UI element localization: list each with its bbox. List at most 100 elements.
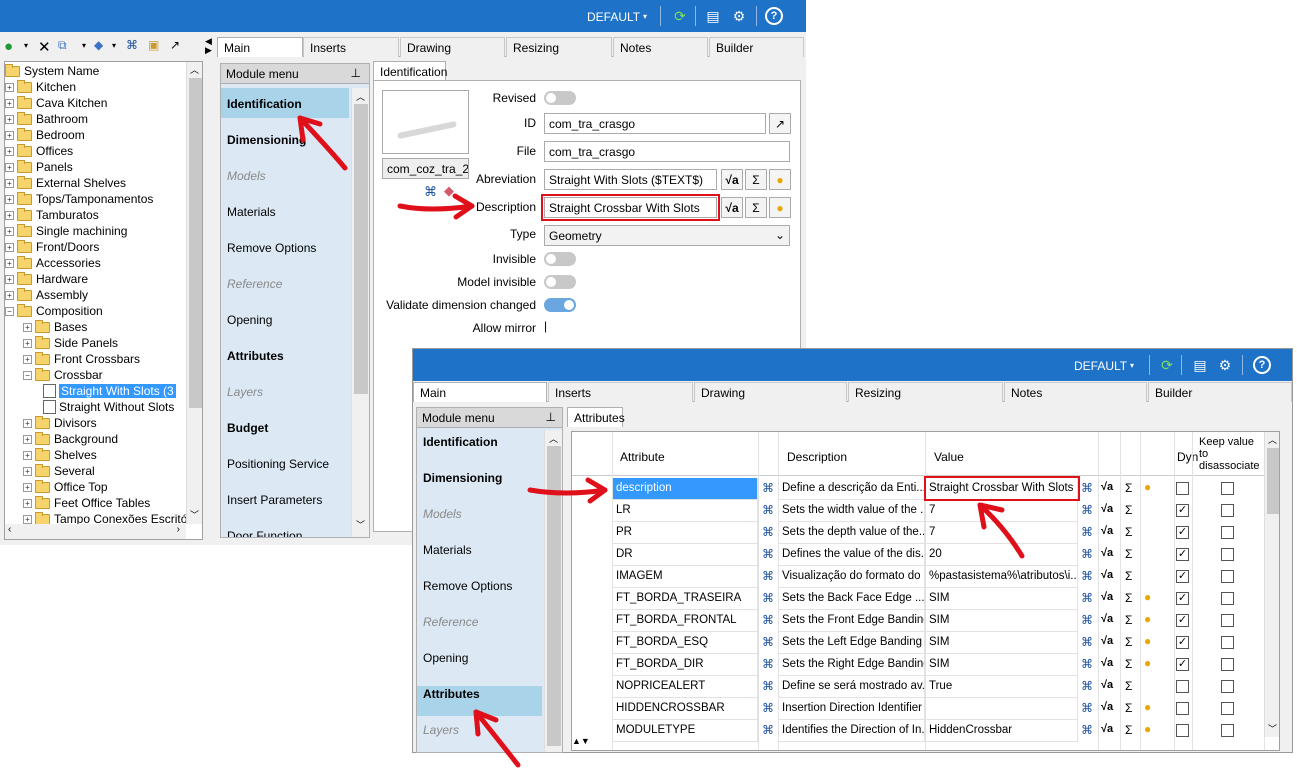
sigma-icon[interactable]: Σ — [1125, 701, 1132, 715]
value-cell[interactable]: SIM — [926, 588, 1078, 610]
tree-node[interactable]: − Composition — [5, 303, 103, 319]
menu-item[interactable]: Budget — [227, 421, 268, 435]
menu-item[interactable]: Opening — [227, 313, 272, 327]
copy-icon[interactable]: ⧉ — [58, 38, 67, 53]
tree-node[interactable]: + Front/Doors — [5, 239, 99, 255]
formula-icon[interactable]: √a — [1101, 679, 1113, 691]
description-cell[interactable]: Define a descrição da Enti... — [779, 478, 925, 500]
sigma-icon[interactable]: Σ — [745, 197, 767, 218]
expand-toggle-icon[interactable]: + — [5, 130, 14, 140]
menu-item[interactable]: Models — [423, 507, 462, 521]
scroll-down-icon[interactable]: ﹀ — [356, 518, 365, 531]
keep-value-checkbox[interactable] — [1221, 482, 1234, 495]
allow-mirror-cursor[interactable]: | — [544, 319, 547, 333]
tab-notes[interactable]: Notes — [1004, 382, 1147, 402]
formula-icon[interactable]: √a — [1101, 613, 1113, 625]
keep-value-checkbox[interactable] — [1221, 526, 1234, 539]
description-cell[interactable]: Defines the value of the dis... — [779, 544, 925, 566]
gear-icon[interactable]: ⚙ — [730, 7, 748, 25]
expand-arrow-icon[interactable]: ▶ — [205, 45, 212, 56]
binoculars-icon[interactable]: ⌘ — [762, 613, 774, 627]
dyn-checkbox[interactable]: ✓ — [1176, 636, 1189, 649]
dyn-checkbox[interactable]: ✓ — [1176, 570, 1189, 583]
id-field[interactable]: com_tra_crasgo — [544, 113, 766, 134]
header-keep[interactable]: Keep value to disassociate — [1199, 436, 1263, 472]
binoculars-icon[interactable]: ⌘ — [762, 657, 774, 671]
expand-toggle-icon[interactable]: + — [23, 338, 32, 348]
value-cell[interactable]: SIM — [926, 654, 1078, 676]
profile-dropdown[interactable]: DEFAULT — [587, 10, 640, 24]
tab-resizing[interactable]: Resizing — [848, 382, 1003, 402]
pin-icon[interactable]: ⊥ — [546, 410, 556, 424]
cursor-pick-button[interactable]: ↗ — [769, 113, 791, 134]
dyn-checkbox[interactable]: ✓ — [1176, 548, 1189, 561]
binoculars-icon[interactable]: ⌘ — [1081, 679, 1093, 693]
tree-node[interactable]: + Single machining — [5, 223, 127, 239]
expand-toggle-icon[interactable]: + — [5, 146, 14, 156]
attribute-cell[interactable]: FT_BORDA_ESQ — [613, 632, 758, 654]
tree-node[interactable]: System Name — [5, 63, 99, 79]
binoculars-icon[interactable]: ⌘ — [1081, 525, 1093, 539]
menu-item[interactable]: Remove Options — [227, 241, 316, 255]
formula-icon[interactable]: √a — [1101, 525, 1113, 537]
header-description[interactable]: Description — [787, 450, 847, 464]
tab-builder[interactable]: Builder — [709, 37, 804, 57]
scroll-down-icon[interactable]: ﹀ — [1268, 722, 1277, 735]
binoculars-icon[interactable]: ⌘ — [1081, 701, 1093, 715]
tree-node[interactable]: + Front Crossbars — [23, 351, 140, 367]
description-cell[interactable]: Sets the Left Edge Banding — [779, 632, 925, 654]
revised-toggle[interactable] — [544, 91, 576, 105]
system-tree[interactable]: System Name + Kitchen + Cava Kitchen + Bathroo… — [4, 61, 203, 540]
menu-item[interactable]: Materials — [423, 543, 472, 557]
value-cell[interactable]: 20 — [926, 544, 1078, 566]
tree-node[interactable]: + Side Panels — [23, 335, 118, 351]
profile-dropdown[interactable]: DEFAULT — [1074, 359, 1127, 373]
sigma-icon[interactable]: Σ — [1125, 503, 1132, 517]
binoculars-icon[interactable]: ⌘ — [762, 591, 774, 605]
close-icon[interactable]: ✕ — [38, 38, 51, 56]
binoculars-icon[interactable]: ⌘ — [762, 635, 774, 649]
menu-item[interactable]: Reference — [227, 277, 282, 291]
binoculars-icon[interactable]: ⌘ — [762, 679, 774, 693]
tab-notes[interactable]: Notes — [613, 37, 708, 57]
tab-drawing[interactable]: Drawing — [400, 37, 505, 57]
tab-inserts[interactable]: Inserts — [548, 382, 693, 402]
formula-icon[interactable]: √a — [721, 197, 743, 218]
header-attribute[interactable]: Attribute — [620, 450, 665, 464]
tree-node[interactable]: Straight With Slots (3 — [43, 383, 176, 399]
binoculars-icon[interactable]: ⌘ — [1081, 481, 1093, 495]
expand-toggle-icon[interactable]: + — [5, 226, 14, 236]
binoculars-icon[interactable]: ⌘ — [762, 503, 774, 517]
comment-icon[interactable]: ● — [1144, 590, 1151, 604]
attribute-cell[interactable]: IMAGEM — [613, 566, 758, 588]
tree-node[interactable]: + External Shelves — [5, 175, 126, 191]
tab-drawing[interactable]: Drawing — [694, 382, 847, 402]
tree-node[interactable]: + Panels — [5, 159, 73, 175]
help-icon[interactable]: ? — [1253, 356, 1271, 374]
chevron-down-icon[interactable]: ▾ — [636, 7, 654, 25]
keep-value-checkbox[interactable] — [1221, 724, 1234, 737]
expand-toggle-icon[interactable]: + — [5, 210, 14, 220]
move-icon[interactable]: ◆ — [94, 38, 103, 52]
cursor-icon[interactable]: ↗ — [170, 38, 180, 52]
expand-toggle-icon[interactable]: + — [5, 194, 14, 204]
expand-toggle-icon[interactable]: + — [5, 82, 14, 92]
formula-icon[interactable]: √a — [1101, 503, 1113, 515]
pin-icon[interactable]: ⊥ — [351, 66, 361, 80]
scroll-thumb[interactable] — [354, 104, 368, 394]
menu-scrollbar[interactable]: ︿ ﹀ — [351, 88, 369, 537]
sigma-icon[interactable]: Σ — [1125, 547, 1132, 561]
folder-search-icon[interactable]: ▣ — [148, 38, 159, 52]
tree-node[interactable]: + Divisors — [23, 415, 97, 431]
scroll-up-icon[interactable]: ︿ — [549, 432, 558, 445]
comment-icon[interactable]: ● — [769, 169, 791, 190]
refresh-icon[interactable]: ⟳ — [1158, 356, 1176, 374]
formula-icon[interactable]: √a — [1101, 481, 1113, 493]
thumb-name-field[interactable]: com_coz_tra_2 — [382, 158, 469, 179]
keep-value-checkbox[interactable] — [1221, 504, 1234, 517]
sigma-icon[interactable]: Σ — [1125, 481, 1132, 495]
tree-node[interactable]: + Office Top — [23, 479, 108, 495]
description-cell[interactable]: Sets the Back Face Edge ... — [779, 588, 925, 610]
expand-toggle-icon[interactable]: + — [23, 418, 32, 428]
scroll-up-icon[interactable]: ︿ — [1268, 433, 1277, 446]
